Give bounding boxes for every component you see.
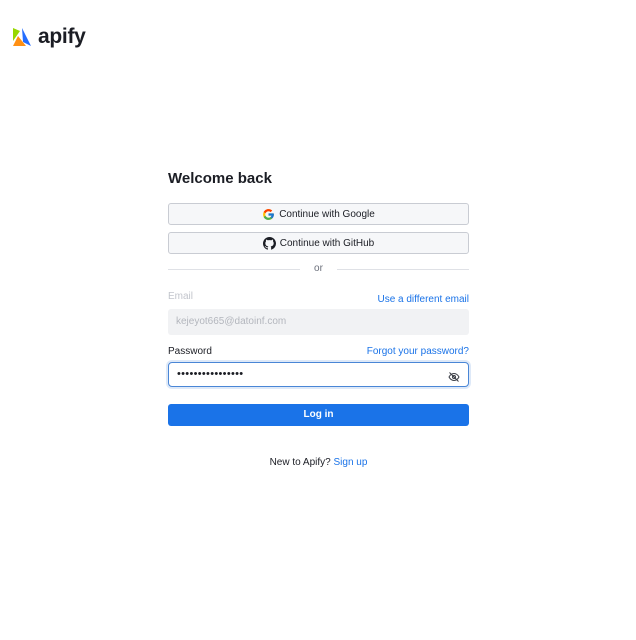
password-label: Password bbox=[168, 346, 212, 357]
github-icon bbox=[262, 236, 276, 250]
email-label: Email bbox=[168, 291, 194, 302]
brand-name: apify bbox=[38, 25, 86, 48]
google-button-label: Continue with Google bbox=[279, 208, 375, 220]
signup-prompt: New to Apify? Sign up bbox=[168, 456, 469, 470]
google-icon bbox=[262, 208, 275, 221]
continue-with-github-button[interactable]: Continue with GitHub bbox=[168, 232, 469, 254]
divider-line-right bbox=[337, 269, 469, 270]
password-field[interactable]: •••••••••••••••• bbox=[168, 362, 469, 387]
page-title: Welcome back bbox=[168, 170, 272, 187]
apify-logo[interactable]: apify bbox=[12, 26, 86, 48]
or-divider: or bbox=[168, 262, 469, 276]
use-different-email-link[interactable]: Use a different email bbox=[377, 293, 469, 307]
forgot-password-link[interactable]: Forgot your password? bbox=[367, 345, 469, 359]
email-field: kejeyot665@datoinf.com bbox=[168, 309, 469, 335]
github-button-label: Continue with GitHub bbox=[279, 237, 375, 249]
password-label-row: Password Forgot your password? bbox=[168, 345, 469, 359]
signup-prompt-text: New to Apify? bbox=[269, 457, 331, 468]
eye-off-icon[interactable] bbox=[448, 369, 460, 382]
login-form: Welcome back Continue with Google Contin… bbox=[168, 170, 469, 468]
continue-with-google-button[interactable]: Continue with Google bbox=[168, 203, 469, 225]
sign-up-link[interactable]: Sign up bbox=[334, 457, 368, 468]
login-page: apify Welcome back Continue with Google … bbox=[0, 0, 636, 640]
apify-logo-icon bbox=[13, 28, 31, 46]
password-value: •••••••••••••••• bbox=[177, 368, 244, 380]
email-label-row: Email Use a different email bbox=[168, 291, 469, 305]
log-in-button[interactable]: Log in bbox=[168, 404, 469, 426]
